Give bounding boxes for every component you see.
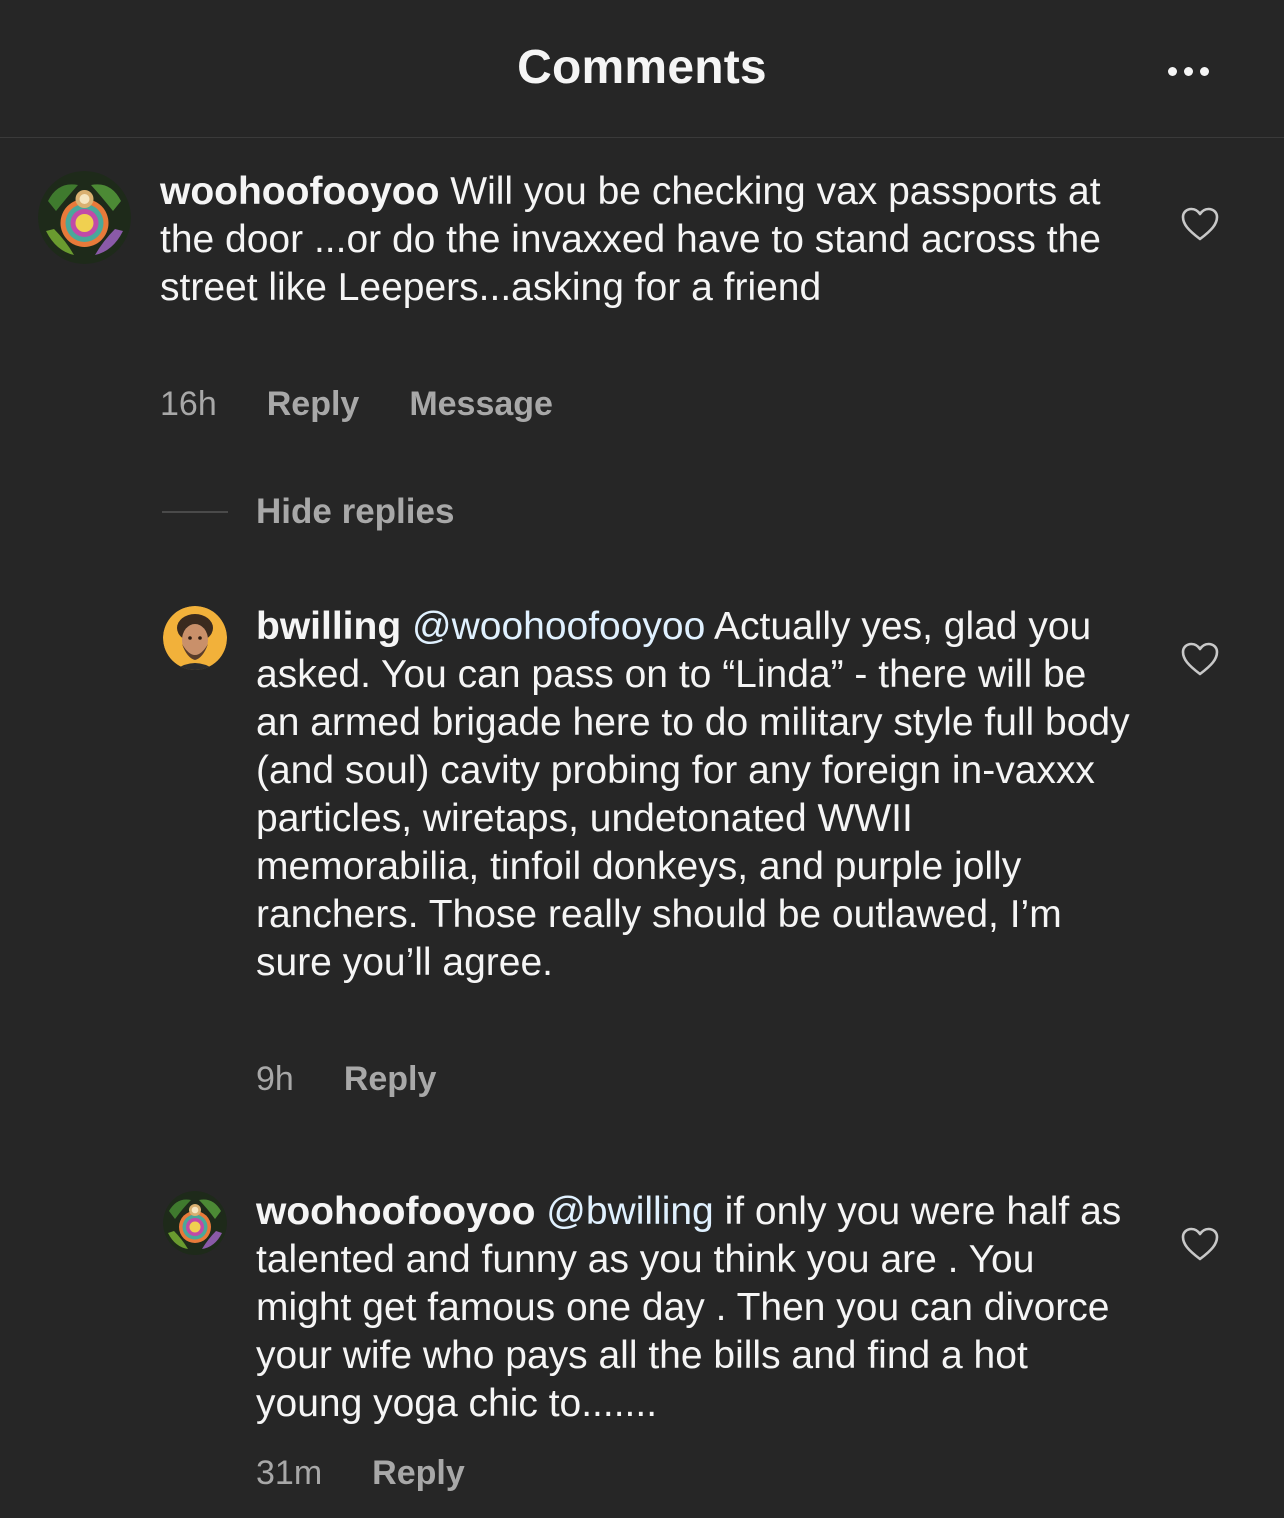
reply-button[interactable]: Reply bbox=[344, 1060, 437, 1099]
more-dot bbox=[1183, 66, 1193, 76]
reply-button[interactable]: Reply bbox=[372, 1454, 465, 1493]
message-button[interactable]: Message bbox=[409, 385, 553, 424]
comment-time: 31m bbox=[256, 1454, 323, 1492]
avatar[interactable] bbox=[163, 1191, 227, 1255]
comment-text: woohoofooyoo @bwilling if only you were … bbox=[256, 1188, 1136, 1428]
page-title: Comments bbox=[517, 41, 767, 94]
comment-time: 16h bbox=[160, 385, 217, 423]
mention-link[interactable]: @bwilling bbox=[546, 1190, 713, 1233]
comment-username[interactable]: bwilling bbox=[256, 605, 401, 648]
like-button[interactable] bbox=[1180, 206, 1220, 242]
comment-body: Actually yes, glad you asked. You can pa… bbox=[256, 605, 1130, 984]
hide-replies-label: Hide replies bbox=[256, 492, 455, 531]
avatar[interactable] bbox=[163, 606, 227, 670]
comment-username[interactable]: woohoofooyoo bbox=[160, 170, 439, 213]
comment-text: bwilling @woohoofooyoo Actually yes, gla… bbox=[256, 603, 1136, 987]
more-dot bbox=[1199, 66, 1209, 76]
more-options-button[interactable] bbox=[1160, 60, 1216, 82]
comment-username[interactable]: woohoofooyoo bbox=[256, 1190, 535, 1233]
more-horizontal-icon bbox=[1167, 66, 1177, 76]
comment-meta: 9h Reply bbox=[256, 1060, 486, 1099]
comments-header: Comments bbox=[0, 0, 1284, 138]
avatar-image bbox=[38, 171, 131, 264]
heart-outline-icon bbox=[1181, 207, 1219, 241]
avatar-image bbox=[163, 606, 227, 670]
avatar-image bbox=[163, 1191, 227, 1255]
like-button[interactable] bbox=[1180, 1226, 1220, 1262]
comment-meta: 31m Reply bbox=[256, 1454, 515, 1493]
heart-outline-icon bbox=[1181, 642, 1219, 676]
comment-time: 9h bbox=[256, 1060, 294, 1098]
reply-button[interactable]: Reply bbox=[267, 385, 360, 424]
mention-link[interactable]: @woohoofooyoo bbox=[412, 605, 705, 648]
avatar[interactable] bbox=[38, 171, 131, 264]
heart-outline-icon bbox=[1181, 1227, 1219, 1261]
divider bbox=[162, 511, 228, 513]
comment-text: woohoofooyoo Will you be checking vax pa… bbox=[160, 168, 1120, 312]
comment-meta: 16h Reply Message bbox=[160, 385, 603, 424]
like-button[interactable] bbox=[1180, 641, 1220, 677]
hide-replies-button[interactable]: Hide replies bbox=[162, 492, 454, 532]
